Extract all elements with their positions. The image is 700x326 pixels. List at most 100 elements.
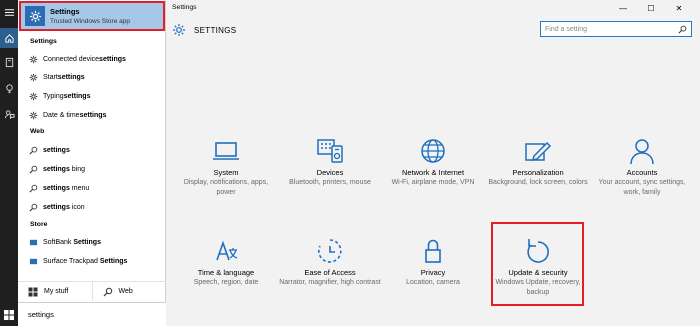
- settings-app-icon: [25, 6, 45, 26]
- tile-description: Your account, sync settings, work, famil…: [598, 179, 686, 196]
- tile-description: Speech, region, date: [193, 279, 259, 286]
- result-date-time-settings[interactable]: Date & time settings: [28, 107, 106, 123]
- tile-name: Time & language: [197, 268, 255, 277]
- result-text: Date & time: [43, 111, 80, 119]
- result-web-settings-bing[interactable]: settings bing: [28, 161, 85, 177]
- group-header-web: Web: [30, 128, 45, 135]
- windows-logo-icon: [4, 310, 14, 320]
- group-header-settings: Settings: [30, 38, 57, 45]
- tile-ease-of-access[interactable]: Ease of Access Narrator, magnifier, high…: [278, 226, 382, 288]
- annotation-highlight-box: [491, 222, 584, 306]
- tile-name: Privacy: [420, 268, 446, 277]
- laptop-icon: [174, 126, 278, 166]
- result-web-settings[interactable]: settings: [28, 142, 70, 158]
- result-bold-text: settings: [57, 73, 85, 81]
- settings-header: SETTINGS: [172, 20, 236, 40]
- result-text: menu: [69, 184, 90, 192]
- gear-icon: [28, 72, 38, 82]
- result-bold-text: Settings: [99, 257, 128, 265]
- home-icon[interactable]: [0, 28, 18, 48]
- search-icon: [28, 164, 38, 174]
- tile-description: Narrator, magnifier, high contrast: [279, 279, 381, 286]
- result-text: bing: [69, 165, 86, 173]
- result-typing-settings[interactable]: Typing settings: [28, 88, 90, 104]
- result-start-settings[interactable]: Start settings: [28, 69, 85, 85]
- gear-icon: [173, 24, 185, 36]
- tile-privacy[interactable]: Privacy Location, camera: [381, 226, 485, 288]
- tile-description: Location, camera: [406, 279, 460, 286]
- close-button[interactable]: ✕: [668, 0, 690, 16]
- tile-name: System: [213, 168, 239, 177]
- result-text: Surface Trackpad: [43, 257, 100, 265]
- search-input[interactable]: settings: [18, 302, 166, 326]
- gear-icon: [28, 54, 38, 64]
- result-text: SoftBank: [43, 238, 74, 246]
- search-icon: [678, 25, 687, 33]
- lightbulb-icon[interactable]: [0, 78, 18, 98]
- results-filter-bar: My stuff Web: [18, 281, 166, 301]
- feedback-icon[interactable]: [0, 104, 18, 124]
- store-app-icon: [28, 237, 38, 247]
- my-stuff-label: My stuff: [44, 288, 69, 295]
- screen: Settings Trusted Windows Store app Setti…: [0, 0, 700, 326]
- result-bold-text: Settings: [73, 238, 101, 246]
- maximize-button[interactable]: ☐: [640, 0, 662, 16]
- tile-system[interactable]: System Display, notifications, apps, pow…: [174, 126, 278, 198]
- web-button[interactable]: Web: [93, 282, 167, 301]
- tile-personalization[interactable]: Personalization Background, lock screen,…: [486, 126, 590, 188]
- tile-devices[interactable]: Devices Bluetooth, printers, mouse: [278, 126, 382, 188]
- gear-icon: [28, 110, 38, 120]
- result-connected-device-settings[interactable]: Connected device settings: [28, 51, 126, 67]
- best-match-settings[interactable]: Settings Trusted Windows Store app: [19, 1, 165, 31]
- tile-name: Accounts: [626, 168, 658, 177]
- best-match-subtitle: Trusted Windows Store app: [50, 17, 130, 25]
- minimize-button[interactable]: —: [612, 0, 634, 16]
- start-button[interactable]: [0, 304, 18, 326]
- result-bold-text: settings: [43, 165, 70, 173]
- tile-network-internet[interactable]: Network & Internet Wi-Fi, airplane mode,…: [381, 126, 485, 188]
- tile-accounts[interactable]: Accounts Your account, sync settings, wo…: [590, 126, 694, 198]
- result-bold-text: settings: [63, 92, 91, 100]
- tile-name: Network & Internet: [401, 168, 465, 177]
- result-bold-text: settings: [79, 111, 107, 119]
- search-icon: [103, 287, 112, 296]
- result-surface-trackpad-settings[interactable]: Surface Trackpad Settings: [28, 253, 127, 269]
- paint-icon: [486, 126, 590, 166]
- result-text: Start: [43, 73, 58, 81]
- result-text: Typing: [43, 92, 64, 100]
- windows-icon: [28, 287, 38, 296]
- tile-name: Devices: [316, 168, 344, 177]
- result-softbank-settings[interactable]: SoftBank Settings: [28, 234, 101, 250]
- result-text: icon: [69, 203, 85, 211]
- search-icon: [28, 202, 38, 212]
- globe-icon: [381, 126, 485, 166]
- store-app-icon: [28, 256, 38, 266]
- result-text: Connected device: [43, 55, 100, 63]
- hamburger-menu-icon[interactable]: [0, 2, 18, 22]
- result-bold-text: settings: [99, 55, 126, 63]
- lock-icon: [381, 226, 485, 266]
- tile-description: Bluetooth, printers, mouse: [289, 179, 371, 186]
- my-stuff-button[interactable]: My stuff: [18, 282, 92, 301]
- search-icon: [28, 183, 38, 193]
- best-match-title: Settings: [50, 6, 80, 16]
- tile-description: Wi-Fi, airplane mode, VPN: [391, 179, 475, 186]
- tile-description: Display, notifications, apps, power: [183, 179, 269, 196]
- result-bold-text: settings: [43, 184, 70, 192]
- time-language-icon: [174, 226, 278, 266]
- find-setting-placeholder: Find a setting: [545, 25, 588, 33]
- notebook-icon[interactable]: [0, 52, 18, 72]
- devices-icon: [278, 126, 382, 166]
- tile-description: Background, lock screen, colors: [488, 179, 588, 186]
- tile-time-language[interactable]: Time & language Speech, region, date: [174, 226, 278, 288]
- result-web-settings-icon[interactable]: settings icon: [28, 199, 85, 215]
- taskbar: [0, 0, 18, 326]
- gear-icon: [28, 91, 38, 101]
- result-bold-text: settings: [43, 203, 70, 211]
- settings-window: Settings — ☐ ✕ SETTINGS Find a setting S…: [166, 0, 700, 326]
- start-menu-results: Settings Trusted Windows Store app Setti…: [18, 0, 166, 326]
- find-setting-input[interactable]: Find a setting: [540, 21, 692, 37]
- tile-name: Ease of Access: [304, 268, 356, 277]
- result-web-settings-menu[interactable]: settings menu: [28, 180, 89, 196]
- person-icon: [590, 126, 694, 166]
